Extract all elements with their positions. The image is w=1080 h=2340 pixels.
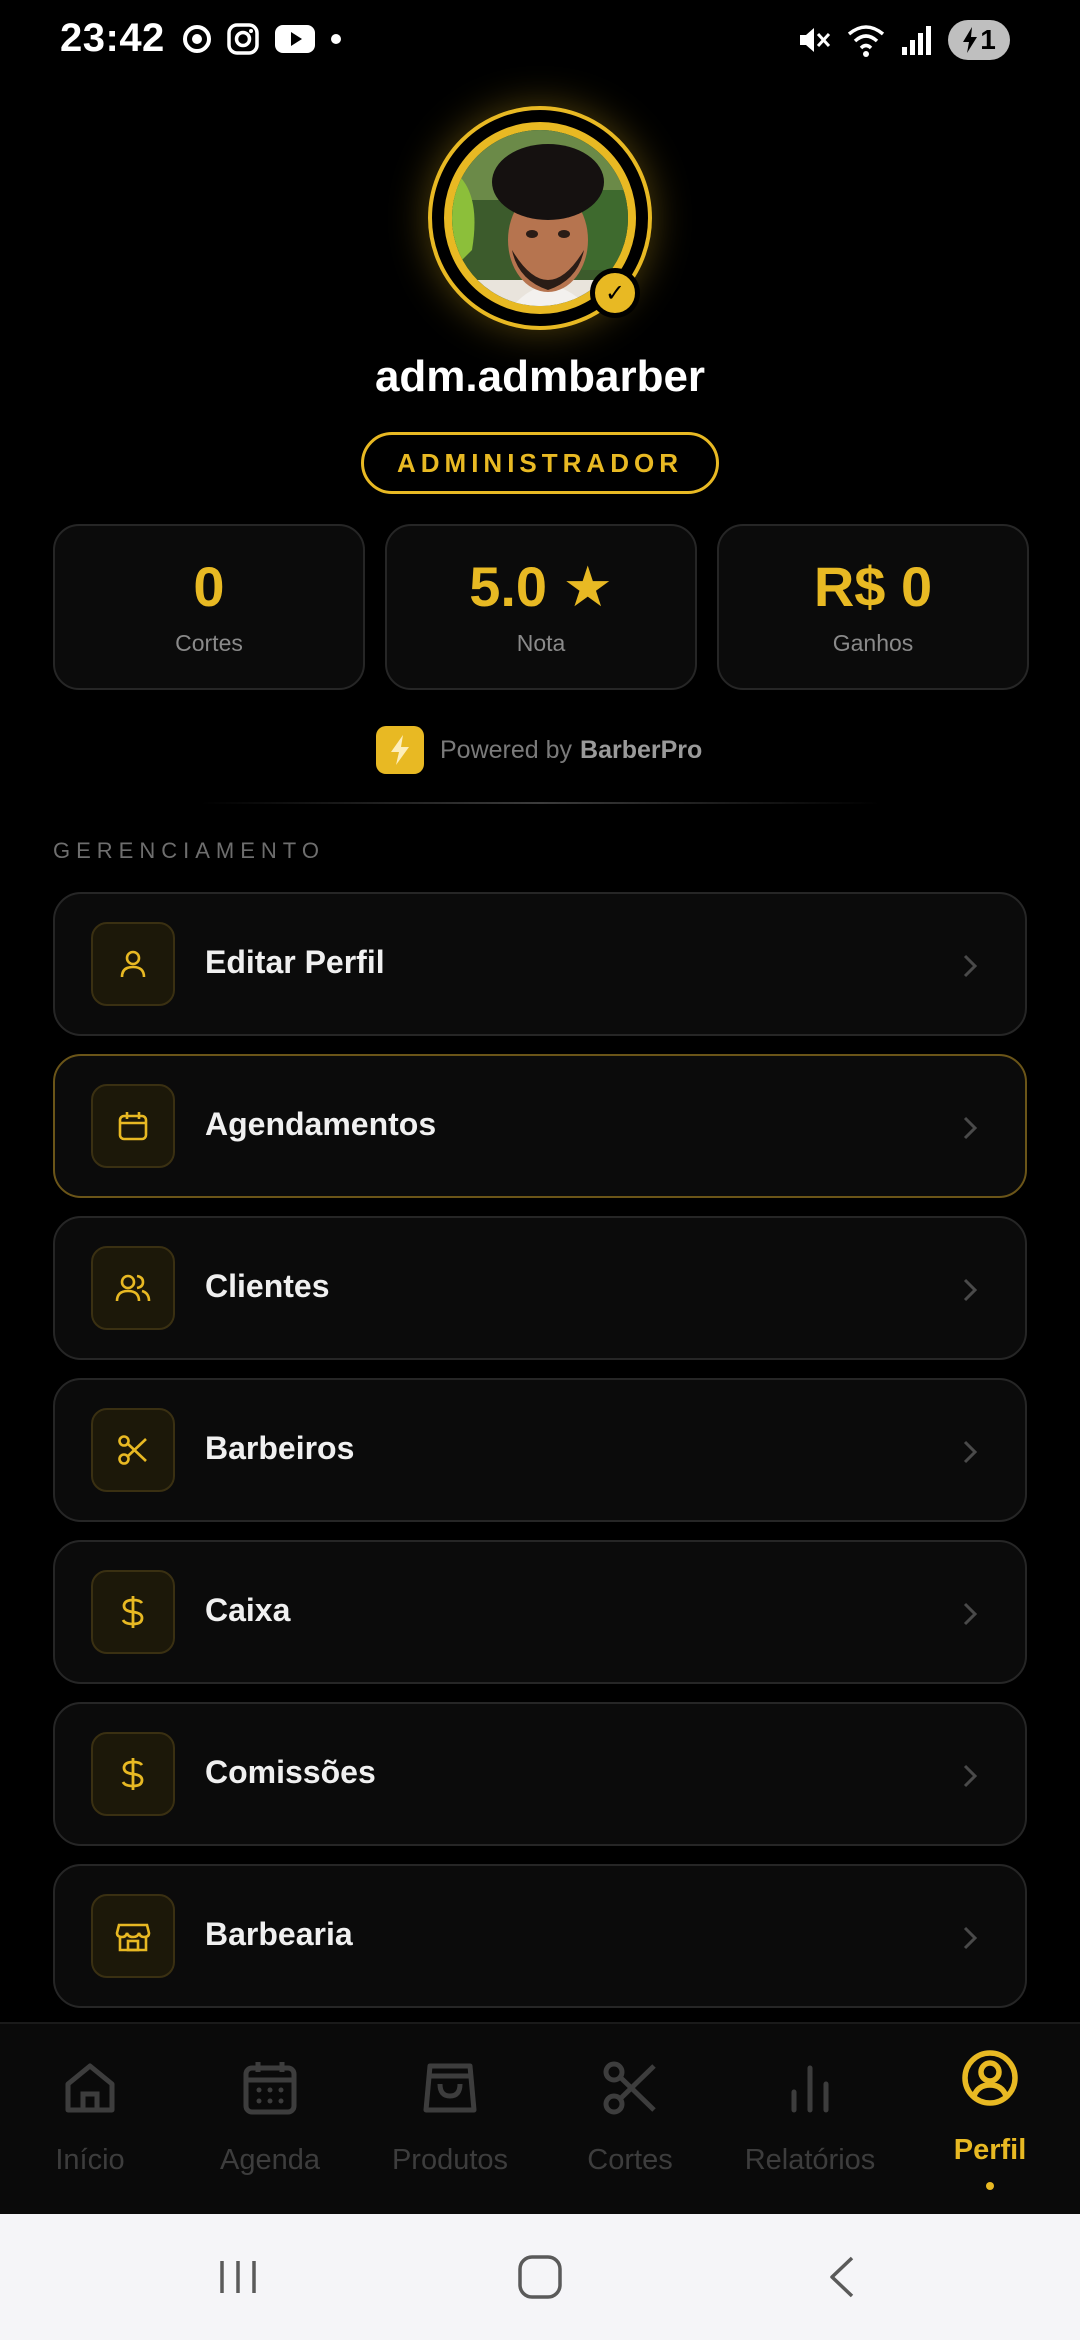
notification-icons: [182, 22, 342, 56]
recents-icon: [220, 2261, 256, 2293]
nav-item-inicio[interactable]: Início: [0, 2024, 180, 2216]
nav-item-perfil[interactable]: Perfil: [900, 2024, 1080, 2216]
divider: [200, 802, 880, 804]
back-icon: [830, 2256, 854, 2298]
menu-item-label: Clientes: [205, 1268, 330, 1304]
charging-icon: [963, 27, 978, 53]
system-nav-bar: [0, 2214, 1080, 2340]
menu-item-label: Barbeiros: [205, 1430, 355, 1466]
nav-item-cortes[interactable]: Cortes: [540, 2024, 720, 2216]
dot-icon: [331, 34, 341, 44]
menu-item-agendamentos[interactable]: Agendamentos: [53, 1054, 1027, 1198]
users-icon: [91, 1246, 175, 1330]
menu-item-editar-perfil[interactable]: Editar Perfil: [53, 892, 1027, 1036]
profile-screen: 23:42 1 ✓ adm.admbarber ADMINISTRADOR 0 …: [0, 0, 1080, 2340]
chevron-right-icon: [963, 954, 978, 978]
nav-label: Agenda: [220, 2144, 320, 2176]
calendar-icon: [91, 1084, 175, 1168]
role-badge: ADMINISTRADOR: [361, 432, 719, 494]
menu-item-comissoes[interactable]: Comissões: [53, 1702, 1027, 1846]
calendar-icon: [243, 2062, 297, 2115]
home-icon: [65, 2063, 115, 2113]
nav-label: Produtos: [391, 2144, 509, 2176]
home-button[interactable]: [500, 2244, 580, 2310]
nav-label: Relatórios: [744, 2144, 876, 2176]
back-button[interactable]: [802, 2244, 882, 2310]
stat-value: 0: [193, 555, 225, 618]
dollar-icon: [91, 1570, 175, 1654]
avatar[interactable]: ✓: [428, 106, 652, 330]
bottom-nav: Início Agenda Produtos Cortes Relatórios…: [0, 2022, 1080, 2214]
menu-item-barbeiros[interactable]: Barbeiros: [53, 1378, 1027, 1522]
battery-indicator: 1: [948, 20, 1010, 60]
stat-label: Cortes: [175, 630, 243, 656]
status-time: 23:42: [60, 16, 165, 60]
menu-item-clientes[interactable]: Clientes: [53, 1216, 1027, 1360]
nav-label: Perfil: [953, 2134, 1027, 2166]
wifi-icon: [847, 25, 885, 57]
stat-card-ganhos: R$ 0 Ganhos: [717, 524, 1029, 690]
bag-icon: [423, 2063, 477, 2113]
nav-item-agenda[interactable]: Agenda: [180, 2024, 360, 2216]
stat-value: R$ 0: [813, 555, 933, 618]
stat-value: 5.0 ★: [469, 555, 613, 618]
status-bar: 23:42 1: [0, 0, 1080, 84]
recents-button[interactable]: [198, 2244, 278, 2310]
youtube-icon: [275, 25, 315, 53]
verified-check-icon: ✓: [590, 268, 640, 318]
bolt-icon: [376, 726, 424, 774]
menu-item-label: Barbearia: [205, 1916, 353, 1952]
scissors-icon: [603, 2061, 656, 2115]
menu-item-label: Comissões: [205, 1754, 376, 1790]
user-icon: [91, 922, 175, 1006]
powered-by-text: Powered by: [440, 735, 573, 764]
chevron-right-icon: [963, 1278, 978, 1302]
section-title: GERENCIAMENTO: [53, 838, 325, 863]
menu-item-label: Agendamentos: [205, 1106, 437, 1142]
active-indicator-dot: [986, 2182, 994, 2190]
powered-by-brand: BarberPro: [580, 735, 703, 764]
profile-username: adm.admbarber: [374, 352, 706, 401]
store-icon: [91, 1894, 175, 1978]
mute-icon: [800, 28, 831, 52]
instagram-icon: [227, 23, 259, 55]
battery-level: 1: [980, 24, 996, 55]
dollar-icon: [91, 1732, 175, 1816]
profile-icon: [962, 2050, 1018, 2106]
chevron-right-icon: [963, 1116, 978, 1140]
nav-label: Cortes: [587, 2144, 673, 2176]
menu-item-label: Editar Perfil: [205, 944, 385, 980]
menu-item-label: Caixa: [205, 1592, 291, 1628]
menu-item-barbearia[interactable]: Barbearia: [53, 1864, 1027, 2008]
chevron-right-icon: [963, 1926, 978, 1950]
signal-icon: [902, 26, 931, 55]
nav-label: Início: [55, 2144, 125, 2176]
powered-by: Powered by BarberPro: [376, 726, 702, 774]
home-square-icon: [518, 2255, 562, 2299]
chrome-icon: [183, 25, 211, 53]
menu-item-caixa[interactable]: Caixa: [53, 1540, 1027, 1684]
system-status-icons: 1: [796, 20, 1010, 60]
bar-chart-icon: [791, 2065, 829, 2113]
chevron-right-icon: [963, 1764, 978, 1788]
chevron-right-icon: [963, 1440, 978, 1464]
stat-card-nota: 5.0 ★ Nota: [385, 524, 697, 690]
scissors-icon: [91, 1408, 175, 1492]
stat-card-cortes: 0 Cortes: [53, 524, 365, 690]
chevron-right-icon: [963, 1602, 978, 1626]
stat-label: Ganhos: [832, 630, 914, 656]
nav-item-produtos[interactable]: Produtos: [360, 2024, 540, 2216]
nav-item-relatorios[interactable]: Relatórios: [720, 2024, 900, 2216]
stat-label: Nota: [516, 630, 566, 656]
